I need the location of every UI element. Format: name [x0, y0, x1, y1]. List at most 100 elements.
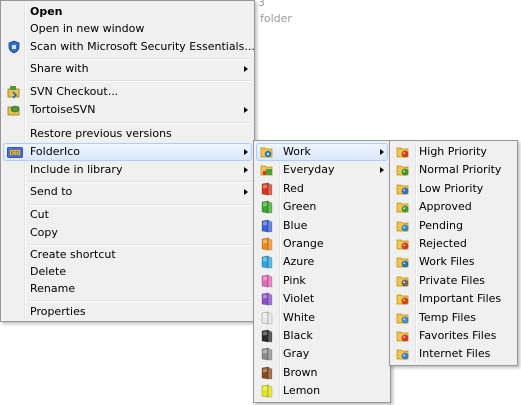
work-item-pending[interactable]: Pending [392, 217, 515, 235]
submenu-item-orange[interactable]: Orange [256, 235, 388, 253]
orange-folder-icon [260, 237, 274, 251]
submenu-item-label: White [283, 310, 315, 324]
red-folder-icon [260, 182, 274, 196]
work-item-internet-files[interactable]: Internet Files [392, 345, 515, 363]
submenu-item-violet[interactable]: Violet [256, 290, 388, 308]
submenu-arrow-icon [380, 167, 384, 173]
work-item-label: Favorites Files [419, 329, 497, 342]
submenu-item-label: Pink [283, 273, 306, 287]
submenu-item-label: Black [283, 329, 313, 342]
internet-files-folder-icon [396, 347, 410, 361]
brown-folder-icon [260, 366, 274, 380]
important-files-folder-icon [396, 292, 410, 306]
blue-folder-icon [260, 219, 274, 233]
menu-item-scan-security-essentials[interactable]: Scan with Microsoft Security Essentials.… [3, 38, 255, 56]
rejected-folder-icon [396, 237, 410, 251]
low-priority-folder-icon [396, 182, 410, 196]
menu-item-label: SVN Checkout... [30, 85, 119, 98]
work-item-high-priority[interactable]: High Priority [392, 143, 515, 161]
menu-item-copy[interactable]: Copy [3, 224, 252, 242]
submenu-item-red[interactable]: Red [256, 180, 388, 198]
submenu-item-label: Work [283, 145, 311, 158]
work-item-label: Temp Files [419, 310, 476, 324]
work-item-temp-files[interactable]: Temp Files [392, 309, 515, 327]
submenu-item-everyday[interactable]: Everyday [256, 161, 388, 179]
menu-separator [29, 122, 251, 124]
menu-item-svn-checkout[interactable]: SVN Checkout... [3, 83, 252, 101]
approved-folder-icon [396, 200, 410, 214]
green-folder-icon [260, 200, 274, 214]
menu-item-delete[interactable]: Delete [3, 263, 252, 281]
menu-item-cut[interactable]: Cut [3, 206, 252, 224]
violet-folder-icon [260, 292, 274, 306]
menu-item-send-to[interactable]: Send to [3, 183, 252, 201]
normal-priority-folder-icon [396, 163, 410, 177]
submenu-item-label: Orange [283, 237, 324, 250]
submenu-item-label: Red [283, 181, 304, 195]
work-item-label: Work Files [419, 255, 475, 269]
menu-item-label: FolderIco [30, 145, 81, 158]
menu-item-open-new-window[interactable]: Open in new window [3, 20, 252, 38]
menu-item-include-in-library[interactable]: Include in library [3, 161, 252, 179]
submenu-item-lemon[interactable]: Lemon [256, 382, 388, 400]
black-folder-icon [260, 329, 274, 343]
work-item-private-files[interactable]: Private Files [392, 272, 515, 290]
work-item-label: Private Files [419, 273, 485, 287]
submenu-item-label: Everyday [283, 163, 335, 176]
work-item-rejected[interactable]: Rejected [392, 235, 515, 253]
work-item-normal-priority[interactable]: Normal Priority [392, 161, 515, 179]
submenu-item-label: Violet [283, 292, 315, 306]
submenu-item-label: Lemon [283, 384, 321, 398]
svn-checkout-icon [7, 85, 21, 99]
submenu-item-gray[interactable]: Gray [256, 345, 388, 363]
work-item-label: Important Files [419, 292, 502, 306]
submenu-item-green[interactable]: Green [256, 198, 388, 216]
submenu-item-label: Gray [283, 347, 310, 361]
pending-folder-icon [396, 219, 410, 233]
submenu-item-label: Green [283, 200, 317, 214]
menu-item-share-with[interactable]: Share with [3, 60, 252, 78]
menu-item-folderico[interactable]: ICO FolderIco [3, 143, 252, 161]
submenu-arrow-icon [244, 149, 248, 155]
work-item-approved[interactable]: Approved [392, 198, 515, 216]
menu-item-properties[interactable]: Properties [3, 303, 252, 321]
menu-separator [29, 300, 251, 302]
submenu-item-white[interactable]: White [256, 309, 388, 327]
work-files-folder-icon [396, 255, 410, 269]
submenu-item-pink[interactable]: Pink [256, 272, 388, 290]
menu-item-label: Scan with Microsoft Security Essentials.… [30, 40, 255, 53]
submenu-arrow-icon [244, 167, 248, 173]
high-priority-folder-icon [396, 145, 410, 159]
work-item-important-files[interactable]: Important Files [392, 290, 515, 308]
folderico-icon: ICO [7, 145, 23, 159]
menu-item-label: Restore previous versions [30, 127, 172, 140]
submenu-item-blue[interactable]: Blue [256, 217, 388, 235]
folderico-submenu: Work Everyday Red Green Blue Orange Azure Pin… [253, 140, 391, 403]
work-item-label: Approved [419, 200, 472, 214]
menu-item-restore-previous-versions[interactable]: Restore previous versions [3, 125, 252, 143]
work-item-label: Low Priority [419, 181, 484, 195]
menu-item-open[interactable]: Open [3, 3, 252, 21]
menu-item-rename[interactable]: Rename [3, 280, 252, 298]
background-title-fragment: 3 [258, 0, 265, 9]
white-folder-icon [260, 311, 274, 325]
work-item-label: Pending [419, 218, 463, 232]
context-menu: Open Open in new window Scan with Micros… [0, 0, 255, 322]
menu-item-tortoisesvn[interactable]: TortoiseSVN [3, 101, 252, 119]
work-item-work-files[interactable]: Work Files [392, 253, 515, 271]
everyday-folder-icon [260, 163, 274, 177]
work-item-low-priority[interactable]: Low Priority [392, 180, 515, 198]
work-item-label: Rejected [419, 237, 467, 250]
submenu-arrow-icon [380, 149, 384, 155]
menu-item-create-shortcut[interactable]: Create shortcut [3, 246, 252, 264]
submenu-arrow-icon [244, 189, 248, 195]
pink-folder-icon [260, 274, 274, 288]
submenu-item-black[interactable]: Black [256, 327, 388, 345]
menu-item-label: Properties [30, 305, 86, 318]
private-files-folder-icon [396, 274, 410, 288]
submenu-item-azure[interactable]: Azure [256, 253, 388, 271]
submenu-item-work[interactable]: Work [256, 143, 388, 161]
work-item-favorites-files[interactable]: Favorites Files [392, 327, 515, 345]
submenu-item-brown[interactable]: Brown [256, 364, 388, 382]
menu-item-label: Delete [30, 265, 67, 278]
